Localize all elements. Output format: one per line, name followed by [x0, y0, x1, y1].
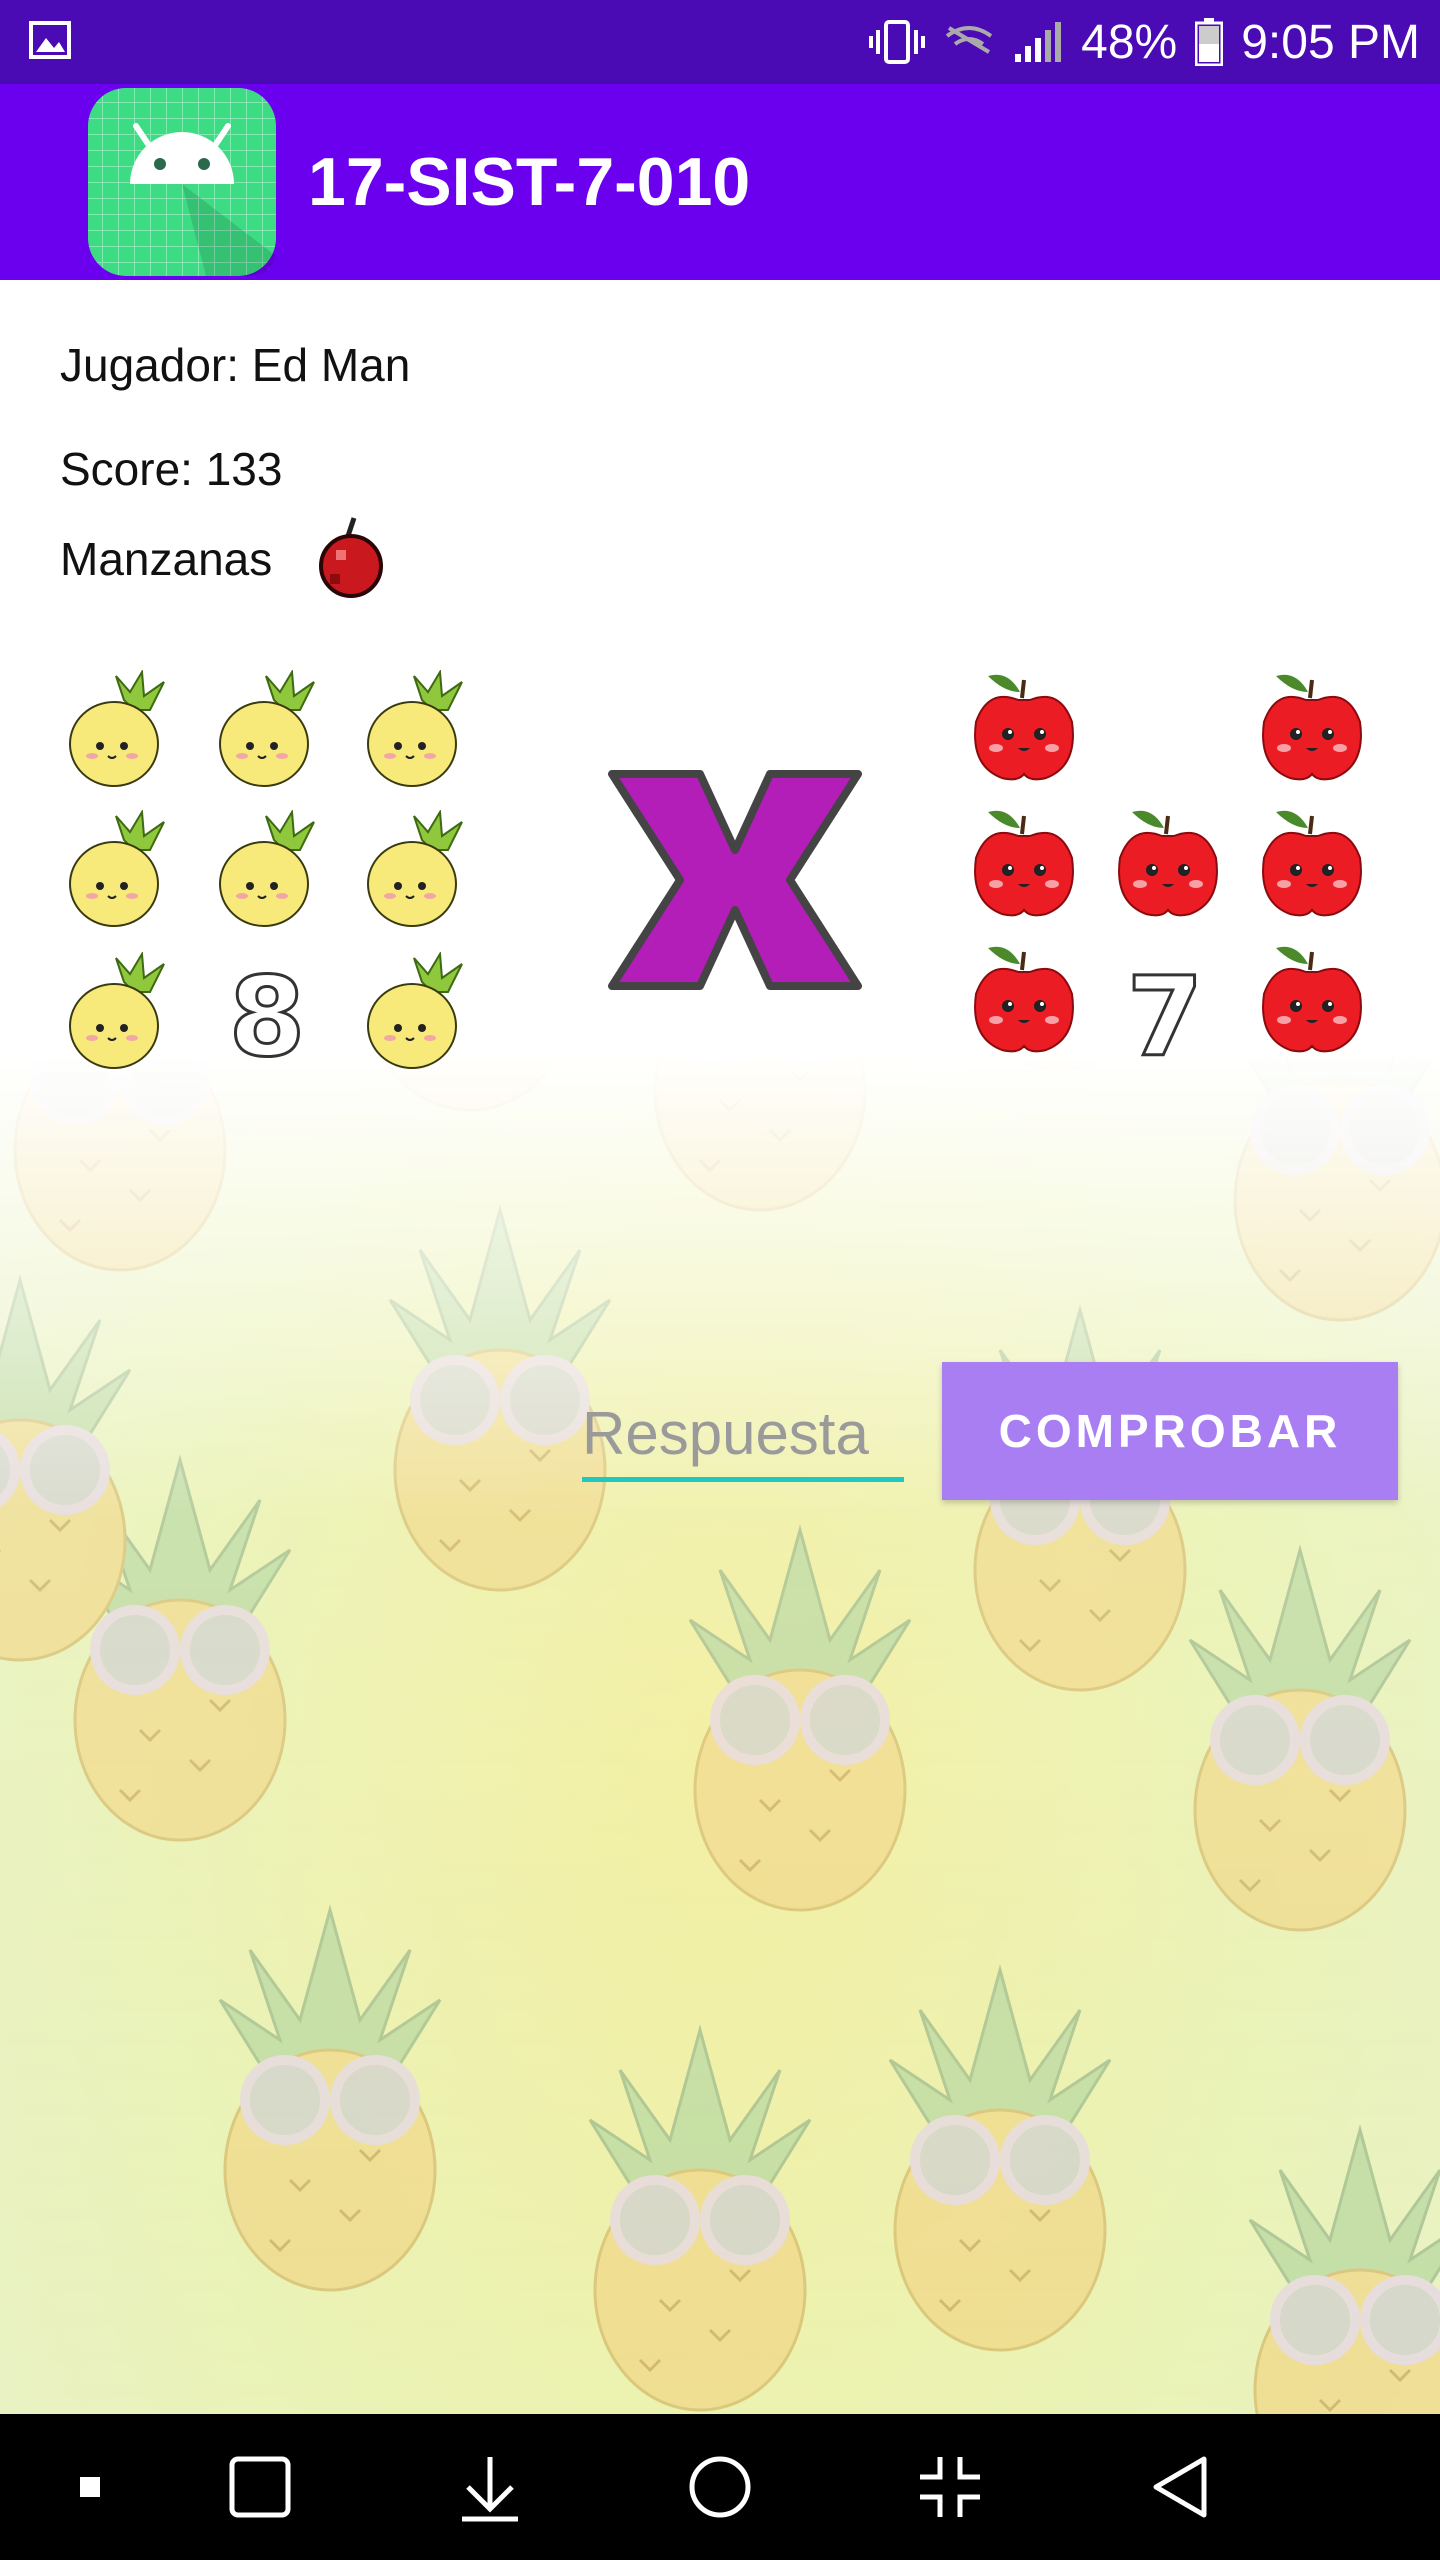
right-operand-digit: 7 — [1125, 952, 1205, 1083]
apple-icon — [319, 517, 383, 598]
recents-icon[interactable] — [220, 2447, 300, 2527]
home-icon[interactable] — [680, 2447, 760, 2527]
pineapple-icon — [219, 811, 315, 927]
status-bar: 48% 9:05 PM — [0, 0, 1440, 84]
navigation-bar — [0, 2414, 1440, 2560]
apple-icon — [1261, 944, 1363, 1054]
vibrate-icon — [869, 18, 926, 66]
player-label: Jugador: Ed Man — [60, 339, 411, 391]
apple-icon — [973, 672, 1075, 782]
apple-icon — [1261, 672, 1363, 782]
check-button[interactable]: COMPROBAR — [942, 1362, 1398, 1500]
battery-percent: 48% — [1081, 15, 1178, 69]
fruit-label: Manzanas — [60, 533, 273, 585]
score-label: Score: 133 — [60, 443, 283, 495]
pineapple-icon — [69, 953, 165, 1069]
pineapple-icon — [69, 811, 165, 927]
pineapple-icon — [367, 953, 463, 1069]
answer-input[interactable] — [582, 1390, 904, 1482]
app-title: 17-SIST-7-010 — [308, 144, 751, 220]
pineapple-icon — [69, 671, 165, 787]
clock: 9:05 PM — [1241, 15, 1420, 69]
apple-icon — [973, 808, 1075, 918]
multiply-operator — [608, 770, 862, 990]
android-icon — [88, 88, 276, 276]
apple-icon — [1117, 808, 1219, 918]
no-signal-icon — [943, 22, 995, 62]
dot-icon[interactable] — [50, 2447, 130, 2527]
left-operand-digit: 8 — [227, 952, 307, 1083]
apple-icon — [1261, 808, 1363, 918]
pineapple-icon — [219, 671, 315, 787]
gallery-icon — [28, 20, 72, 60]
signal-icon — [1013, 20, 1063, 64]
pineapple-icon — [367, 671, 463, 787]
battery-icon — [1195, 18, 1224, 66]
game-content: Jugador: Ed Man Score: 133 Manzanas 8 7 … — [0, 280, 1440, 2414]
app-bar: 17-SIST-7-010 — [0, 84, 1440, 280]
apple-icon — [973, 944, 1075, 1054]
download-icon[interactable] — [450, 2447, 530, 2527]
pineapple-icon — [367, 811, 463, 927]
pineapple-background — [0, 280, 1440, 2414]
back-icon[interactable] — [1140, 2447, 1220, 2527]
fullscreen-exit-icon[interactable] — [910, 2447, 990, 2527]
